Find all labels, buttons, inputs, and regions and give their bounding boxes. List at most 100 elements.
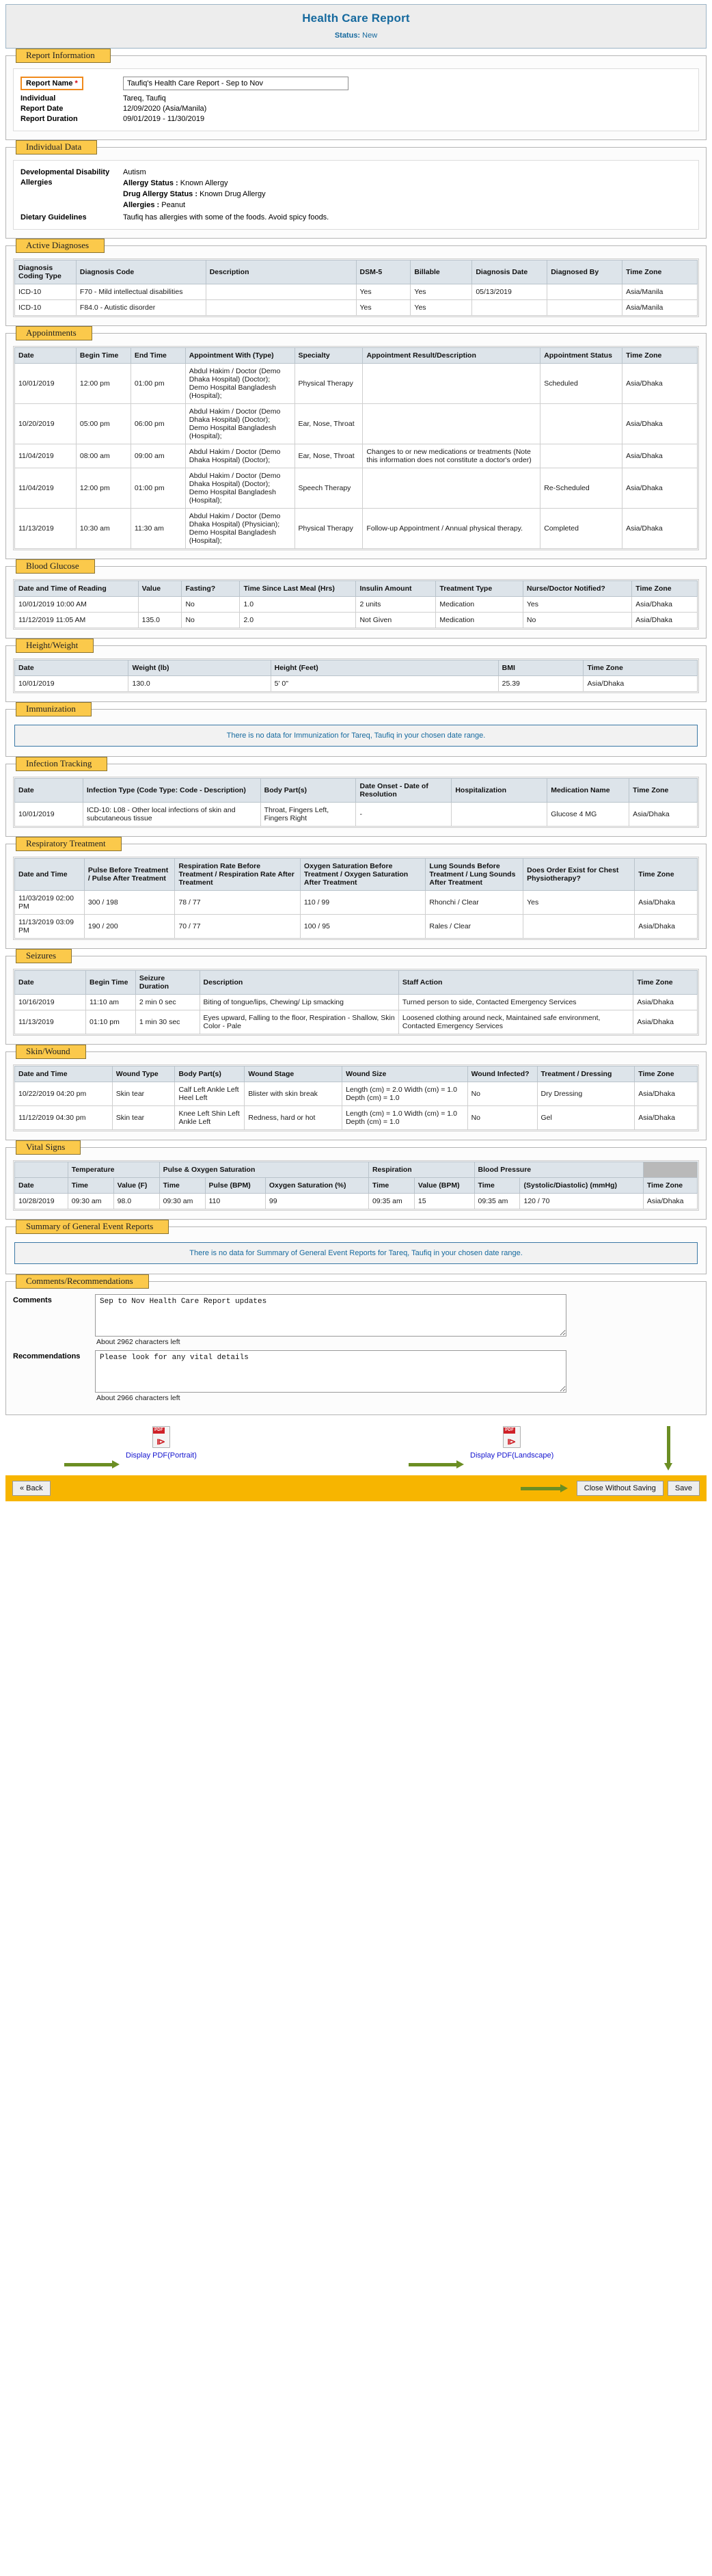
- legend-respiratory-treatment: Respiratory Treatment: [16, 836, 122, 851]
- legend-immunization: Immunization: [16, 701, 92, 716]
- table-cell: Throat, Fingers Left, Fingers Right: [260, 801, 357, 827]
- table-cell: 11/03/2019 02:00 PM: [14, 889, 85, 915]
- table-cell: 300 / 198: [83, 889, 176, 915]
- table-row: 11/04/2019 08:00 am 09:00 am Abdul Hakim / …: [14, 443, 698, 468]
- skin-wound-table: Date and Time Wound Type Body Part(s) Wound…: [14, 1065, 698, 1130]
- table-cell: Ear, Nose, Throat: [294, 443, 364, 468]
- table-header-row: Date and Time Wound Type Body Part(s) Wound…: [14, 1065, 698, 1082]
- summary-empty-message: There is no data for Summary of General …: [14, 1242, 698, 1264]
- close-without-saving-button[interactable]: Close Without Saving: [576, 1480, 663, 1496]
- save-button[interactable]: Save: [667, 1480, 700, 1496]
- table-cell: 08:00 am: [75, 443, 131, 468]
- legend-report-information: Report Information: [16, 49, 111, 63]
- back-button[interactable]: « Back: [12, 1480, 51, 1496]
- table-cell: 110 / 99: [299, 889, 426, 915]
- table-cell: 10/28/2019: [14, 1192, 68, 1209]
- table-header-row: Date Time Value (F) Time Pulse (BPM) Oxygen S…: [14, 1177, 698, 1194]
- allergies-row: Allergies Allergy Status : Known Allergy…: [20, 178, 692, 211]
- active-diagnoses-table-wrap: Diagnosis Coding Type Diagnosis Code Descr…: [13, 258, 699, 317]
- report-duration-row: Report Duration 09/01/2019 - 11/30/2019: [20, 115, 692, 123]
- immunization-empty-message: There is no data for Immunization for Ta…: [14, 724, 698, 747]
- display-pdf-landscape[interactable]: PDF ⧐ Display PDF(Landscape): [470, 1425, 553, 1460]
- display-pdf-portrait-link[interactable]: Display PDF(Portrait): [126, 1451, 197, 1460]
- column-header: Fasting?: [181, 580, 241, 597]
- display-pdf-portrait[interactable]: PDF ⧐ Display PDF(Portrait): [126, 1425, 197, 1460]
- table-cell: Ear, Nose, Throat: [294, 403, 364, 444]
- table-row: 10/01/2019 12:00 pm 01:00 pm Abdul Hakim / …: [14, 362, 698, 404]
- table-cell: Yes: [410, 283, 473, 300]
- table-cell: Dry Dressing: [536, 1081, 635, 1106]
- table-cell: Re-Scheduled: [540, 467, 623, 509]
- report-name-input[interactable]: [123, 77, 348, 90]
- comments-textarea[interactable]: [95, 1293, 566, 1337]
- table-header-row: Date and Time Pulse Before Treatment / Pu…: [14, 857, 698, 891]
- table-cell: Rales / Clear: [425, 913, 524, 939]
- column-header: Time: [474, 1177, 521, 1194]
- column-header: Date: [14, 347, 77, 364]
- column-header: Description: [205, 259, 357, 284]
- column-header: Staff Action: [398, 969, 634, 995]
- section-active-diagnoses: Active Diagnoses Diagnosis Coding Type Di…: [5, 238, 707, 326]
- health-care-report-page: Health Care Report Status: New Report In…: [0, 4, 712, 1501]
- table-cell: Eyes upward, Falling to the floor, Respi…: [199, 1009, 399, 1034]
- table-cell: Gel: [536, 1105, 635, 1130]
- status-value: New: [362, 31, 378, 40]
- blood-glucose-table-wrap: Date and Time of Reading Value Fasting? Tim…: [13, 578, 699, 630]
- table-cell: Follow-up Appointment / Annual physical …: [362, 507, 541, 549]
- table-cell: Abdul Hakim / Doctor (Demo Dhaka Hospita…: [184, 443, 295, 468]
- table-row: 10/28/2019 09:30 am 98.0 09:30 am 110 99 09:35…: [14, 1192, 698, 1209]
- column-header: (Systolic/Diastolic) (mmHg): [519, 1177, 644, 1194]
- arrow-to-save-button: [664, 1425, 672, 1471]
- table-cell: No: [467, 1081, 538, 1106]
- report-duration-value: 09/01/2019 - 11/30/2019: [123, 115, 205, 123]
- table-cell: 09:35 am: [474, 1192, 521, 1209]
- table-cell: ICD-10: L08 - Other local infections of …: [82, 801, 261, 827]
- table-cell: 06:00 pm: [130, 403, 186, 444]
- table-cell: 190 / 200: [83, 913, 176, 939]
- table-cell: Asia/Dhaka: [634, 913, 698, 939]
- allergies-list-value: Peanut: [161, 200, 186, 209]
- section-infection-tracking: Infection Tracking Date Infection Type (C…: [5, 756, 707, 837]
- display-pdf-landscape-link[interactable]: Display PDF(Landscape): [470, 1451, 553, 1460]
- table-cell: 11/13/2019: [14, 507, 77, 549]
- table-cell: Asia/Dhaka: [633, 1009, 698, 1034]
- column-header: Begin Time: [75, 347, 131, 364]
- table-cell: Length (cm) = 1.0 Width (cm) = 1.0 Depth…: [342, 1105, 468, 1130]
- seizures-table: Date Begin Time Seizure Duration Descriptio…: [14, 969, 698, 1034]
- column-header: Wound Infected?: [467, 1065, 538, 1082]
- table-cell: [540, 403, 623, 444]
- column-header: Date: [14, 1177, 68, 1194]
- column-group-header: Respiration: [368, 1161, 475, 1178]
- developmental-disability-value: Autism: [123, 168, 146, 176]
- vital-signs-table: Temperature Pulse & Oxygen Saturation Resp…: [14, 1161, 698, 1209]
- column-header: Time Since Last Meal (Hrs): [239, 580, 357, 597]
- table-row: 10/01/2019 10:00 AM No 1.0 2 units Medicatio…: [14, 595, 698, 613]
- table-row: 10/20/2019 05:00 pm 06:00 pm Abdul Hakim / …: [14, 403, 698, 444]
- table-cell: 01:00 pm: [130, 362, 186, 404]
- table-cell: Asia/Dhaka: [622, 507, 698, 549]
- column-header: Date Onset - Date of Resolution: [355, 777, 452, 803]
- report-information-body: Report Name * Individual Tareq, Taufiq R…: [13, 68, 699, 131]
- recommendations-textarea[interactable]: [95, 1350, 566, 1393]
- table-cell: 5' 0": [270, 675, 499, 692]
- column-header: Date: [14, 969, 87, 995]
- column-header: Time: [159, 1177, 206, 1194]
- report-name-label-wrap: Report Name *: [20, 77, 123, 90]
- table-cell: [205, 283, 357, 300]
- drug-allergy-status-line: Drug Allergy Status : Known Drug Allergy: [123, 189, 266, 200]
- skin-wound-table-wrap: Date and Time Wound Type Body Part(s) Wound…: [13, 1064, 699, 1131]
- table-cell: 100 / 95: [299, 913, 426, 939]
- report-date-row: Report Date 12/09/2020 (Asia/Manila): [20, 105, 692, 113]
- table-row: 11/03/2019 02:00 PM 300 / 198 78 / 77 110 /…: [14, 889, 698, 915]
- table-cell: 05/13/2019: [471, 283, 548, 300]
- table-cell: 2.0: [239, 611, 357, 628]
- section-blood-glucose: Blood Glucose Date and Time of Reading Va…: [5, 559, 707, 639]
- table-cell: 10/22/2019 04:20 pm: [14, 1081, 113, 1106]
- table-cell: Asia/Dhaka: [631, 611, 698, 628]
- drug-allergy-status-label: Drug Allergy Status :: [123, 189, 197, 198]
- column-header: Oxygen Saturation (%): [264, 1177, 369, 1194]
- table-cell: 1 min 30 sec: [135, 1009, 200, 1034]
- column-header: Seizure Duration: [135, 969, 200, 995]
- section-comments-recommendations: Comments/Recommendations Comments About …: [5, 1274, 707, 1415]
- recommendations-chars-left: About 2966 characters left: [96, 1393, 180, 1402]
